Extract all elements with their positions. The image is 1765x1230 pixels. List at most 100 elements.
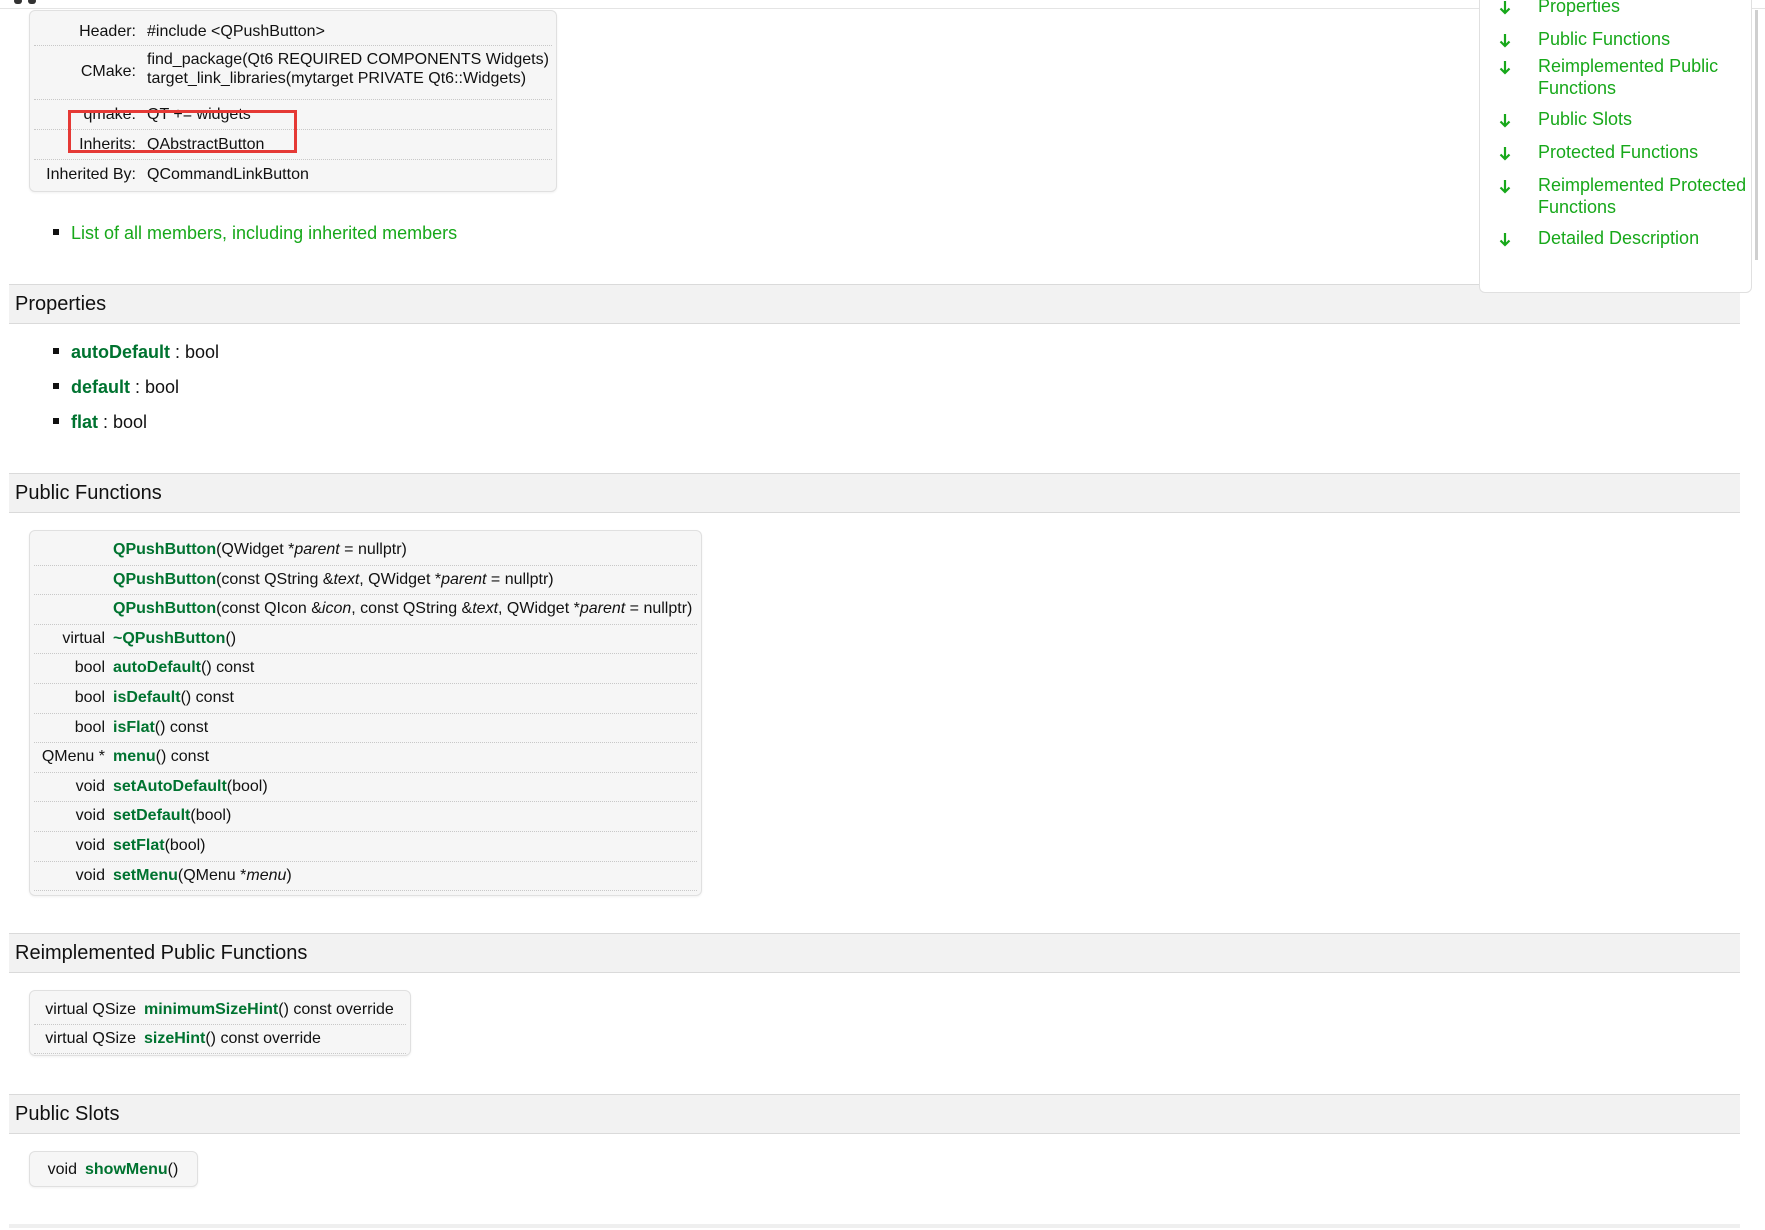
function-link[interactable]: QPushButton [113, 571, 216, 588]
signature-part: , QWidget * [359, 570, 442, 588]
toc-label: Public Functions [1538, 29, 1671, 49]
member-row: QPushButton(const QIcon &icon, const QSt… [34, 594, 697, 625]
function-link[interactable]: setMenu [113, 867, 178, 884]
info-row-inherited-by: Inherited By: QCommandLinkButton [34, 159, 552, 187]
toc-label: Detailed Description [1538, 228, 1700, 248]
param-name: text [333, 570, 360, 588]
signature: QPushButton(const QString &text, QWidget… [113, 571, 554, 589]
member-row: QPushButton(QWidget *parent = nullptr) [34, 535, 697, 566]
signature-part: (const QIcon & [216, 600, 322, 618]
signature-part: , const QString & [351, 600, 473, 618]
bottom-divider [9, 1224, 1740, 1228]
bullet-icon [53, 418, 59, 425]
section-header-public-functions: Public Functions [9, 473, 1740, 513]
signature-part: = nullptr) [625, 600, 693, 618]
bullet-icon [53, 383, 59, 390]
signature-part: () const [201, 659, 255, 677]
toc-label: Protected Functions [1538, 142, 1699, 162]
info-key: Header: [79, 23, 136, 40]
signature-part: (bool) [164, 837, 206, 854]
member-row: void setFlat(bool) [34, 831, 697, 862]
signature: isFlat() const [113, 719, 208, 737]
function-link[interactable]: isDefault [113, 689, 181, 706]
info-value-line2: target_link_libraries(mytarget PRIVATE Q… [147, 70, 527, 87]
return-type: virtual QSize [45, 1001, 136, 1018]
section-header-reimplemented-public: Reimplemented Public Functions [9, 933, 1740, 973]
info-row-header: Header: #include <QPushButton> [34, 17, 552, 46]
bullet-icon [53, 229, 59, 236]
signature-part: ) [286, 866, 292, 884]
member-row: void setMenu(QMenu *menu) [34, 861, 697, 892]
signature-part: (const QString & [216, 570, 334, 588]
member-row: virtual ~QPushButton() [34, 624, 697, 655]
signature-part: = nullptr) [339, 541, 407, 558]
signature: QPushButton(QWidget *parent = nullptr) [113, 541, 407, 559]
arrow-down-icon [1499, 34, 1511, 48]
inherits-highlight-box [68, 110, 297, 153]
property-type: : bool [130, 377, 180, 397]
info-row-cmake: CMake: find_package(Qt6 REQUIRED COMPONE… [34, 45, 552, 100]
info-value: find_package(Qt6 REQUIRED COMPONENTS Wid… [147, 51, 549, 68]
member-row: virtual QSize minimumSizeHint() const ove… [34, 995, 406, 1025]
signature: QPushButton(const QIcon &icon, const QSt… [113, 600, 692, 618]
return-type: virtual [62, 629, 105, 647]
member-row: bool autoDefault() const [34, 653, 697, 684]
function-link[interactable]: menu [113, 748, 156, 765]
section-header-public-slots: Public Slots [9, 1094, 1740, 1134]
arrow-down-icon [1499, 147, 1511, 161]
signature: ~QPushButton() [113, 630, 236, 648]
info-key: Inherited By: [46, 166, 136, 183]
member-row: void setDefault(bool) [34, 801, 697, 832]
property-item: flat : bool [53, 412, 147, 433]
toc-label: Public Slots [1538, 109, 1633, 129]
arrow-down-icon [1499, 114, 1511, 128]
return-type: bool [74, 689, 105, 706]
signature: setMenu(QMenu *menu) [113, 867, 292, 885]
signature: setDefault(bool) [113, 807, 231, 825]
signature: minimumSizeHint() const override [144, 1001, 394, 1019]
signature: isDefault() const [113, 689, 234, 707]
list-item: List of all members, including inherited… [53, 223, 457, 244]
signature: setAutoDefault(bool) [113, 778, 268, 796]
section-title: Public Functions [15, 482, 162, 504]
param-name: parent [579, 600, 626, 618]
section-title: Reimplemented Public Functions [15, 942, 308, 964]
return-type: void [75, 777, 105, 795]
inherited-by-link[interactable]: QCommandLinkButton [147, 166, 309, 184]
param-name: text [472, 600, 499, 618]
signature-part: () const [154, 718, 209, 736]
return-type: QMenu * [41, 748, 105, 766]
all-members-link[interactable]: List of all members, including inherited… [71, 223, 457, 243]
function-link[interactable]: autoDefault [113, 659, 201, 676]
signature: sizeHint() const override [144, 1030, 321, 1048]
signature-part: , QWidget * [498, 600, 580, 618]
signature-part: (bool) [190, 807, 232, 825]
function-link[interactable]: sizeHint [144, 1030, 205, 1047]
cut-off-glyph [14, 0, 22, 4]
public-slots-table: void showMenu() [29, 1151, 198, 1187]
property-link[interactable]: autoDefault [71, 342, 170, 362]
return-type: void [75, 866, 105, 884]
member-row: bool isFlat() const [34, 713, 697, 744]
function-link[interactable]: setFlat [113, 837, 165, 854]
function-link[interactable]: showMenu [85, 1161, 168, 1178]
function-link[interactable]: minimumSizeHint [144, 1001, 278, 1018]
section-title: Properties [15, 293, 107, 315]
member-row: QPushButton(const QString &text, QWidget… [34, 565, 697, 596]
signature: menu() const [113, 748, 209, 766]
property-link[interactable]: default [71, 377, 130, 397]
member-row: virtual QSize sizeHint() const override [34, 1024, 406, 1054]
signature: setFlat(bool) [113, 837, 205, 855]
function-link[interactable]: isFlat [113, 719, 155, 736]
function-link[interactable]: setDefault [113, 807, 190, 824]
signature: autoDefault() const [113, 659, 254, 677]
info-key: CMake: [80, 63, 136, 80]
function-link[interactable]: QPushButton [113, 600, 216, 617]
toc-scrollbar[interactable] [1755, 10, 1758, 260]
property-link[interactable]: flat [71, 412, 98, 432]
function-link[interactable]: setAutoDefault [113, 778, 227, 795]
return-type: bool [74, 718, 105, 736]
function-link[interactable]: QPushButton [113, 541, 216, 558]
signature-part: () const override [205, 1030, 321, 1047]
function-link[interactable]: ~QPushButton [113, 630, 225, 647]
